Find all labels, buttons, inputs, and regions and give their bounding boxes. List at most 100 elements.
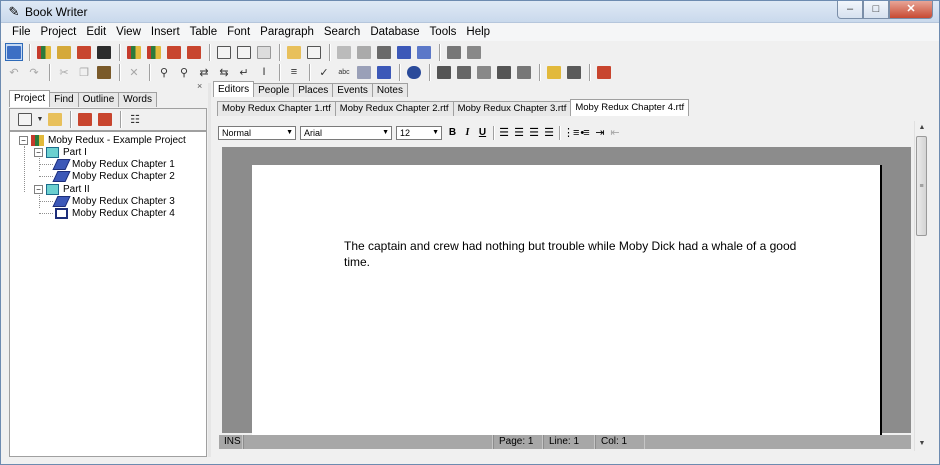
bold-button[interactable]: B (446, 126, 459, 140)
file-tab-chapter-1[interactable]: Moby Redux Chapter 1.rtf (217, 101, 336, 116)
underline-button[interactable]: U (476, 126, 489, 140)
add-part-button[interactable] (125, 43, 143, 61)
menu-table[interactable]: Table (185, 23, 223, 41)
tab-events[interactable]: Events (332, 83, 373, 97)
delete-icon[interactable]: ✕ (125, 63, 143, 81)
menu-view[interactable]: View (111, 23, 146, 41)
open-item-icon[interactable] (46, 111, 64, 129)
move-down-button[interactable] (185, 43, 203, 61)
link-icon[interactable] (415, 43, 433, 61)
tab-places[interactable]: Places (293, 83, 334, 97)
export-icon[interactable] (375, 43, 393, 61)
thesaurus-icon[interactable] (355, 63, 373, 81)
size-select[interactable]: 12 ▼ (396, 126, 442, 140)
maximize-button[interactable]: □ (863, 1, 889, 19)
copy-icon[interactable]: ❐ (75, 63, 93, 81)
save-all-icon[interactable] (355, 43, 373, 61)
document-text[interactable]: The captain and crew had nothing but tro… (344, 238, 804, 270)
font-select[interactable]: Arial ▼ (300, 126, 392, 140)
save-icon[interactable] (335, 43, 353, 61)
tree-item-chapter[interactable]: Moby Redux Chapter 2 (52, 170, 175, 182)
save-project-button[interactable] (75, 43, 93, 61)
menu-file[interactable]: File (7, 23, 36, 41)
menu-paragraph[interactable]: Paragraph (255, 23, 319, 41)
paste-icon[interactable] (95, 63, 113, 81)
goto-icon[interactable]: ↵ (235, 63, 253, 81)
dropdown-arrow-icon[interactable]: ▼ (36, 111, 44, 129)
web-icon[interactable] (405, 63, 423, 81)
new-document-icon[interactable] (215, 43, 233, 61)
bullet-list-icon[interactable]: •≡ (578, 126, 591, 140)
project-view-button[interactable] (5, 43, 23, 61)
undo-icon[interactable]: ↶ (5, 63, 23, 81)
tab-find[interactable]: Find (49, 92, 79, 107)
find-icon[interactable]: ⚲ (155, 63, 173, 81)
text-cursor-icon[interactable]: I (255, 63, 273, 81)
database-icon[interactable] (435, 63, 453, 81)
document-list-icon[interactable] (305, 43, 323, 61)
move-up-button[interactable] (165, 43, 183, 61)
menu-tools[interactable]: Tools (425, 23, 462, 41)
tab-people[interactable]: People (253, 83, 295, 97)
tree-item-chapter[interactable]: Moby Redux Chapter 4 (55, 207, 175, 219)
align-left-icon[interactable]: ☰ (497, 126, 510, 140)
menu-font[interactable]: Font (222, 23, 255, 41)
collapse-icon[interactable]: − (19, 135, 28, 145)
document-page[interactable]: The captain and crew had nothing but tro… (252, 165, 882, 437)
tree-view-icon[interactable]: ☷ (126, 111, 144, 129)
numbered-list-icon[interactable]: ⋮≡ (563, 126, 579, 140)
events-icon[interactable] (495, 63, 513, 81)
replace-icon[interactable]: ⇄ (195, 63, 213, 81)
scrollbar-thumb[interactable]: ≡ (916, 136, 927, 236)
move-up-icon[interactable] (76, 111, 94, 129)
zoom-icon[interactable] (565, 63, 583, 81)
menu-edit[interactable]: Edit (81, 23, 111, 41)
align-right-icon[interactable]: ☰ (527, 126, 540, 140)
style-select[interactable]: Normal ▼ (218, 126, 296, 140)
find-next-icon[interactable]: ⚲ (175, 63, 193, 81)
exit-icon[interactable] (595, 63, 613, 81)
print-preview-icon[interactable] (465, 43, 483, 61)
menu-insert[interactable]: Insert (146, 23, 185, 41)
tree-item-chapter[interactable]: Moby Redux Chapter 3 (52, 195, 175, 207)
spellcheck-icon[interactable]: ✓ (315, 63, 333, 81)
abc-icon[interactable]: abc (335, 63, 353, 81)
tab-editors[interactable]: Editors (213, 81, 255, 97)
notes-icon[interactable] (515, 63, 533, 81)
move-down-icon[interactable] (96, 111, 114, 129)
menu-search[interactable]: Search (319, 23, 365, 41)
tree-item-project[interactable]: − Moby Redux - Example Project (19, 134, 186, 146)
tab-words[interactable]: Words (118, 92, 157, 107)
tab-project[interactable]: Project (9, 90, 51, 107)
tree-item-part[interactable]: − Part I (34, 146, 87, 158)
print-icon[interactable] (445, 43, 463, 61)
close-project-button[interactable] (95, 43, 113, 61)
vertical-scrollbar[interactable]: ▲ ≡ ▼ (914, 121, 928, 451)
outline-icon[interactable]: ≡ (285, 63, 303, 81)
scroll-up-icon[interactable]: ▲ (915, 121, 929, 135)
replace-all-icon[interactable]: ⇆ (215, 63, 233, 81)
collapse-icon[interactable]: − (34, 147, 43, 157)
file-tab-chapter-3[interactable]: Moby Redux Chapter 3.rtf (452, 101, 572, 116)
tab-notes[interactable]: Notes (371, 83, 408, 97)
open-project-button[interactable] (55, 43, 73, 61)
add-chapter-button[interactable] (145, 43, 163, 61)
image-icon[interactable] (255, 43, 273, 61)
tree-item-part[interactable]: − Part II (34, 183, 90, 195)
justify-icon[interactable]: ☰ (542, 126, 555, 140)
align-center-icon[interactable]: ☰ (512, 126, 525, 140)
redo-icon[interactable]: ↷ (25, 63, 43, 81)
menu-project[interactable]: Project (36, 23, 82, 41)
publish-icon[interactable] (395, 43, 413, 61)
minimize-button[interactable]: – (837, 1, 863, 19)
word-count-icon[interactable] (375, 63, 393, 81)
file-tab-chapter-4[interactable]: Moby Redux Chapter 4.rtf (570, 99, 690, 116)
menu-help[interactable]: Help (461, 23, 495, 41)
tab-outline[interactable]: Outline (77, 92, 120, 107)
cut-icon[interactable]: ✂ (55, 63, 73, 81)
close-button[interactable]: ✕ (889, 1, 933, 19)
indent-icon[interactable]: ⇥ (593, 126, 606, 140)
new-item-icon[interactable] (16, 111, 34, 129)
tree-item-chapter[interactable]: Moby Redux Chapter 1 (52, 158, 175, 170)
menu-database[interactable]: Database (365, 23, 424, 41)
